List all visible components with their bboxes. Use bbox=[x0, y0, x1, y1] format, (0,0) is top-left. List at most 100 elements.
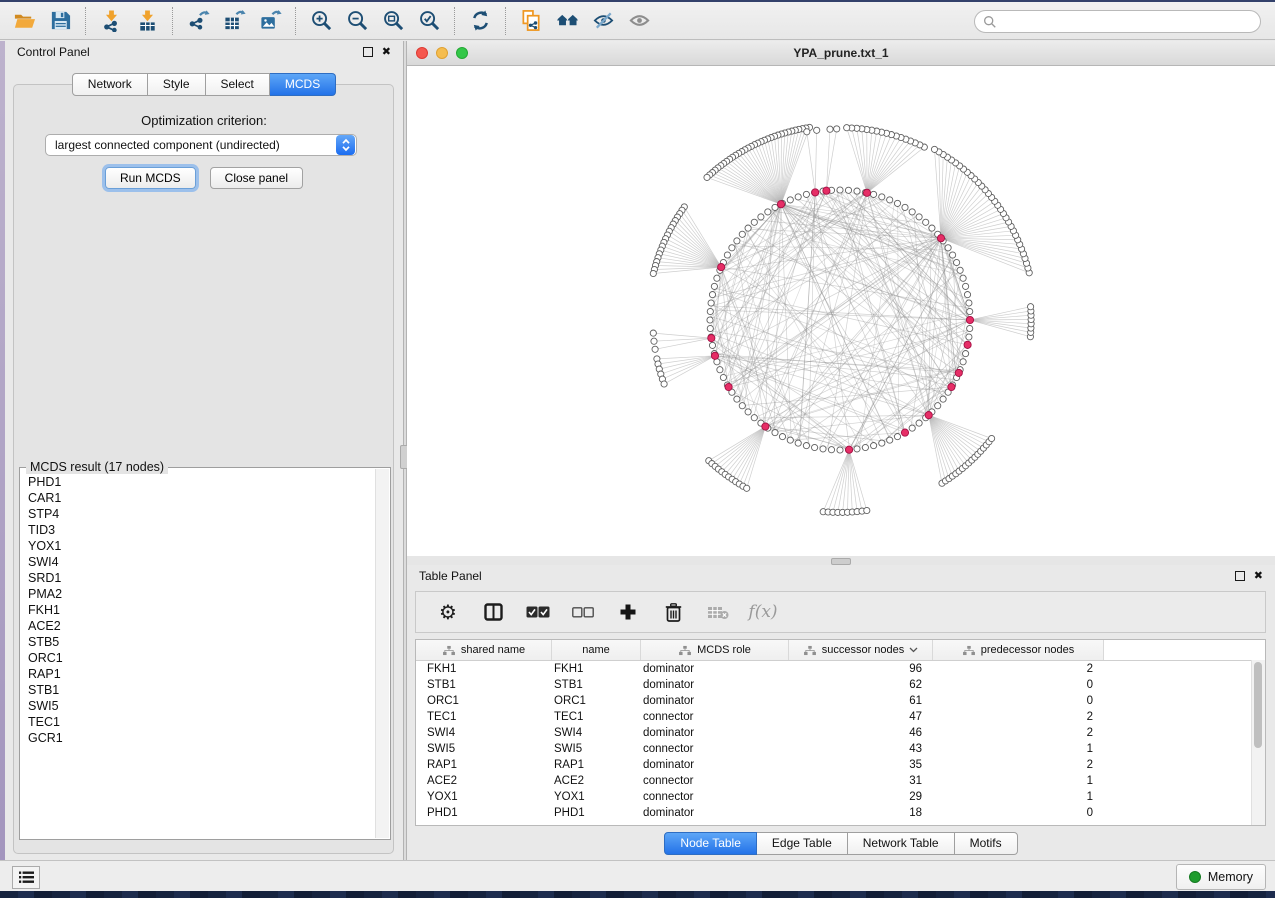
table-cell[interactable]: 35 bbox=[789, 757, 933, 773]
mcds-result-item[interactable]: ORC1 bbox=[21, 650, 376, 666]
graph-node[interactable] bbox=[787, 197, 793, 203]
mcds-list-scrollbar[interactable] bbox=[375, 469, 389, 838]
table-cell[interactable]: connector bbox=[641, 789, 789, 805]
zoom-in-button[interactable] bbox=[303, 5, 339, 37]
graph-node[interactable] bbox=[711, 352, 718, 359]
zoom-selected-button[interactable] bbox=[411, 5, 447, 37]
table-cell[interactable]: RAP1 bbox=[416, 757, 552, 773]
graph-node[interactable] bbox=[945, 245, 951, 251]
graph-node[interactable] bbox=[834, 126, 840, 132]
close-panel-icon[interactable]: ✖ bbox=[382, 47, 391, 57]
graph-node[interactable] bbox=[901, 429, 908, 436]
table-cell[interactable]: SWI5 bbox=[416, 741, 552, 757]
mcds-result-item[interactable]: TEC1 bbox=[21, 714, 376, 730]
table-cell[interactable]: FKH1 bbox=[552, 661, 641, 677]
graph-node[interactable] bbox=[707, 317, 713, 323]
graph-node[interactable] bbox=[827, 126, 833, 132]
mcds-result-item[interactable]: YOX1 bbox=[21, 538, 376, 554]
graph-node[interactable] bbox=[745, 225, 751, 231]
graph-node[interactable] bbox=[955, 369, 962, 376]
graph-node[interactable] bbox=[940, 396, 946, 402]
table-row[interactable]: YOX1YOX1connector291 bbox=[416, 789, 1265, 805]
graph-node[interactable] bbox=[864, 507, 870, 513]
graph-node[interactable] bbox=[960, 359, 966, 365]
graph-node[interactable] bbox=[950, 252, 956, 258]
graph-node[interactable] bbox=[650, 270, 656, 276]
search-field[interactable] bbox=[974, 10, 1261, 33]
mcds-result-item[interactable]: ACE2 bbox=[21, 618, 376, 634]
graph-node[interactable] bbox=[948, 383, 955, 390]
table-cell[interactable]: SWI4 bbox=[416, 725, 552, 741]
graph-node[interactable] bbox=[931, 146, 937, 152]
table-cell[interactable]: ORC1 bbox=[416, 693, 552, 709]
graph-node[interactable] bbox=[704, 174, 710, 180]
table-cell[interactable]: ACE2 bbox=[552, 773, 641, 789]
graph-node[interactable] bbox=[720, 374, 726, 380]
search-input[interactable] bbox=[1002, 14, 1252, 30]
graph-node[interactable] bbox=[845, 187, 851, 193]
table-cell[interactable]: 0 bbox=[933, 677, 1104, 693]
table-cell[interactable]: 2 bbox=[933, 757, 1104, 773]
graph-node[interactable] bbox=[795, 194, 801, 200]
graph-node[interactable] bbox=[871, 443, 877, 449]
table-cell[interactable]: 61 bbox=[789, 693, 933, 709]
table-cell[interactable]: connector bbox=[641, 741, 789, 757]
graph-node[interactable] bbox=[963, 351, 969, 357]
graph-node[interactable] bbox=[758, 214, 764, 220]
refresh-layout-button[interactable] bbox=[462, 5, 498, 37]
graph-node[interactable] bbox=[718, 264, 725, 271]
graph-node[interactable] bbox=[960, 275, 966, 281]
graph-node[interactable] bbox=[935, 403, 941, 409]
import-network-button[interactable] bbox=[93, 5, 129, 37]
deselect-all-icon[interactable] bbox=[571, 600, 595, 624]
graph-node[interactable] bbox=[812, 189, 819, 196]
graph-node[interactable] bbox=[729, 245, 735, 251]
tab-style[interactable]: Style bbox=[148, 73, 206, 96]
select-all-icon[interactable] bbox=[526, 600, 550, 624]
graph-node[interactable] bbox=[779, 434, 785, 440]
graph-node[interactable] bbox=[837, 187, 843, 193]
mcds-result-item[interactable]: TID3 bbox=[21, 522, 376, 538]
graph-node[interactable] bbox=[862, 444, 868, 450]
mcds-result-item[interactable]: CAR1 bbox=[21, 490, 376, 506]
mcds-result-item[interactable]: SWI4 bbox=[21, 554, 376, 570]
graph-node[interactable] bbox=[652, 346, 658, 352]
graph-node[interactable] bbox=[989, 435, 995, 441]
mcds-result-item[interactable]: SWI5 bbox=[21, 698, 376, 714]
graph-node[interactable] bbox=[964, 292, 970, 298]
table-cell[interactable]: 1 bbox=[933, 741, 1104, 757]
graph-node[interactable] bbox=[651, 338, 657, 344]
table-row[interactable]: SWI5SWI5connector431 bbox=[416, 741, 1265, 757]
table-cell[interactable]: STB1 bbox=[416, 677, 552, 693]
graph-node[interactable] bbox=[837, 447, 843, 453]
table-cell[interactable]: 1 bbox=[933, 789, 1104, 805]
mcds-result-item[interactable]: SRD1 bbox=[21, 570, 376, 586]
mcds-result-item[interactable]: STB5 bbox=[21, 634, 376, 650]
network-canvas[interactable] bbox=[407, 66, 1275, 556]
export-image-button[interactable] bbox=[252, 5, 288, 37]
table-row[interactable]: RAP1RAP1dominator352 bbox=[416, 757, 1265, 773]
graph-node[interactable] bbox=[909, 425, 915, 431]
graph-node[interactable] bbox=[765, 209, 771, 215]
graph-node[interactable] bbox=[967, 325, 973, 331]
graph-node[interactable] bbox=[744, 485, 750, 491]
graph-node[interactable] bbox=[777, 201, 784, 208]
table-cell[interactable]: 2 bbox=[933, 725, 1104, 741]
table-row[interactable]: SWI4SWI4dominator462 bbox=[416, 725, 1265, 741]
table-cell[interactable]: FKH1 bbox=[416, 661, 552, 677]
table-cell[interactable]: dominator bbox=[641, 757, 789, 773]
table-cell[interactable]: 29 bbox=[789, 789, 933, 805]
graph-node[interactable] bbox=[846, 446, 853, 453]
graph-node[interactable] bbox=[739, 231, 745, 237]
mcds-result-item[interactable]: PMA2 bbox=[21, 586, 376, 602]
mcds-result-item[interactable]: GCR1 bbox=[21, 730, 376, 746]
graph-node[interactable] bbox=[828, 447, 834, 453]
table-cell[interactable]: PHD1 bbox=[416, 805, 552, 821]
table-cell[interactable]: STB1 bbox=[552, 677, 641, 693]
optimization-criterion-dropdown[interactable]: largest connected component (undirected) bbox=[45, 134, 357, 156]
graph-node[interactable] bbox=[902, 204, 908, 210]
open-session-button[interactable] bbox=[6, 5, 42, 37]
graph-node[interactable] bbox=[894, 434, 900, 440]
table-row[interactable]: ORC1ORC1dominator610 bbox=[416, 693, 1265, 709]
table-cell[interactable]: 31 bbox=[789, 773, 933, 789]
